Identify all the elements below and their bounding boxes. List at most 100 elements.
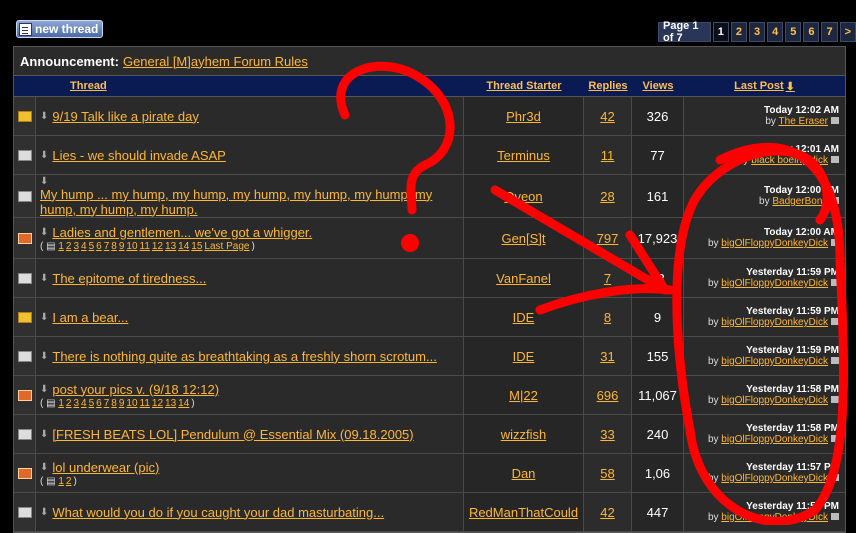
thread-title-link[interactable]: What would you do if you caught your dad…	[52, 505, 384, 520]
replies-link[interactable]: 7	[604, 271, 611, 286]
thread-starter-link[interactable]: Terminus	[497, 148, 550, 163]
page-next-button[interactable]: >	[839, 22, 856, 42]
thread-title-link[interactable]: Lies - we should invade ASAP	[52, 148, 225, 163]
thread-page-link[interactable]: 12	[152, 398, 163, 409]
thread-page-link[interactable]: 2	[66, 398, 72, 409]
thread-page-link[interactable]: 7	[104, 398, 110, 409]
replies-link[interactable]: 28	[600, 189, 614, 204]
go-to-first-unread-icon[interactable]: ⬇	[40, 111, 48, 122]
column-replies[interactable]: Replies	[584, 76, 632, 96]
replies-link[interactable]: 797	[597, 231, 619, 246]
replies-link[interactable]: 8	[604, 310, 611, 325]
thread-starter-link[interactable]: Gen[S]t	[501, 231, 545, 246]
thread-page-link[interactable]: 3	[73, 241, 79, 252]
thread-page-link[interactable]: 2	[66, 476, 72, 487]
thread-page-link[interactable]: 10	[126, 398, 137, 409]
go-to-first-unread-icon[interactable]: ⬇	[40, 384, 48, 395]
last-post-user-link[interactable]: The Eraser	[779, 116, 828, 127]
go-to-last-post-icon[interactable]	[831, 396, 839, 403]
go-to-first-unread-icon[interactable]: ⬇	[40, 150, 48, 161]
replies-link[interactable]: 42	[600, 505, 614, 520]
thread-page-link[interactable]: 6	[96, 241, 102, 252]
thread-starter-link[interactable]: VanFanel	[496, 271, 551, 286]
last-post-user-link[interactable]: black boeing dick	[751, 155, 828, 166]
go-to-first-unread-icon[interactable]: ⬇	[40, 351, 48, 362]
thread-page-link[interactable]: 14	[178, 241, 189, 252]
go-to-last-post-icon[interactable]	[831, 197, 839, 204]
thread-page-link[interactable]: 11	[140, 398, 150, 409]
thread-starter-link[interactable]: IDE	[513, 310, 535, 325]
thread-starter-link[interactable]: Dan	[512, 466, 536, 481]
thread-page-link[interactable]: 13	[165, 398, 176, 409]
page-link[interactable]: 2	[730, 22, 747, 42]
last-post-user-link[interactable]: bigOlFloppyDonkeyDick	[721, 512, 828, 523]
replies-link[interactable]: 58	[600, 466, 614, 481]
thread-title-link[interactable]: 9/19 Talk like a pirate day	[52, 109, 198, 124]
thread-page-link[interactable]: 8	[111, 241, 117, 252]
thread-page-link[interactable]: 3	[73, 398, 79, 409]
page-link[interactable]: 7	[821, 22, 838, 42]
last-post-user-link[interactable]: bigOlFloppyDonkeyDick	[721, 395, 828, 406]
thread-starter-link[interactable]: wizzfish	[501, 427, 547, 442]
thread-starter-link[interactable]: M|22	[509, 388, 538, 403]
go-to-last-post-icon[interactable]	[831, 357, 839, 364]
thread-starter-link[interactable]: RedManThatCould	[469, 505, 578, 520]
thread-page-link[interactable]: 9	[119, 241, 125, 252]
last-post-user-link[interactable]: bigOlFloppyDonkeyDick	[721, 434, 828, 445]
thread-page-link[interactable]: 1	[58, 398, 64, 409]
thread-page-link[interactable]: 4	[81, 398, 87, 409]
go-to-last-post-icon[interactable]	[831, 239, 839, 246]
column-views[interactable]: Views	[632, 76, 684, 96]
new-thread-button[interactable]: new thread	[16, 20, 104, 38]
go-to-last-post-icon[interactable]	[831, 156, 839, 163]
replies-link[interactable]: 696	[597, 388, 619, 403]
replies-link[interactable]: 33	[600, 427, 614, 442]
last-post-user-link[interactable]: bigOlFloppyDonkeyDick	[721, 473, 828, 484]
replies-link[interactable]: 31	[600, 349, 614, 364]
thread-page-link[interactable]: 15	[191, 241, 202, 252]
column-thread[interactable]: Thread	[36, 76, 464, 96]
go-to-first-unread-icon[interactable]: ⬇	[40, 312, 48, 323]
last-post-user-link[interactable]: bigOlFloppyDonkeyDick	[721, 278, 828, 289]
thread-page-link[interactable]: 14	[178, 398, 189, 409]
go-to-last-post-icon[interactable]	[831, 279, 839, 286]
thread-page-link[interactable]: 8	[111, 398, 117, 409]
page-link[interactable]: 6	[803, 22, 820, 42]
thread-page-link[interactable]: 12	[152, 241, 163, 252]
thread-title-link[interactable]: [FRESH BEATS LOL] Pendulum @ Essential M…	[52, 427, 413, 442]
go-to-first-unread-icon[interactable]: ⬇	[40, 507, 48, 518]
go-to-last-post-icon[interactable]	[831, 318, 839, 325]
go-to-first-unread-icon[interactable]: ⬇	[40, 429, 48, 440]
go-to-last-post-icon[interactable]	[831, 513, 839, 520]
thread-title-link[interactable]: I am a bear...	[52, 310, 128, 325]
thread-page-link[interactable]: 1	[58, 476, 64, 487]
thread-title-link[interactable]: The epitome of tiredness...	[52, 271, 206, 286]
thread-page-link[interactable]: 4	[81, 241, 87, 252]
thread-page-link[interactable]: 1	[58, 241, 64, 252]
go-to-first-unread-icon[interactable]: ⬇	[40, 227, 48, 238]
thread-title-link[interactable]: There is nothing quite as breathtaking a…	[52, 349, 436, 364]
go-to-first-unread-icon[interactable]: ⬇	[40, 176, 48, 187]
go-to-first-unread-icon[interactable]: ⬇	[40, 273, 48, 284]
thread-last-page-link[interactable]: Last Page	[204, 241, 249, 252]
go-to-last-post-icon[interactable]	[831, 474, 839, 481]
last-post-user-link[interactable]: bigOlFloppyDonkeyDick	[721, 238, 828, 249]
page-link[interactable]: 4	[767, 22, 784, 42]
last-post-user-link[interactable]: bigOlFloppyDonkeyDick	[721, 317, 828, 328]
page-link[interactable]: 5	[785, 22, 802, 42]
thread-starter-link[interactable]: Qveon	[504, 189, 542, 204]
thread-page-link[interactable]: 11	[140, 241, 150, 252]
replies-link[interactable]: 11	[601, 148, 615, 163]
last-post-user-link[interactable]: bigOlFloppyDonkeyDick	[721, 356, 828, 367]
thread-starter-link[interactable]: Phr3d	[506, 109, 541, 124]
go-to-last-post-icon[interactable]	[831, 117, 839, 124]
thread-page-link[interactable]: 7	[104, 241, 110, 252]
thread-page-link[interactable]: 6	[96, 398, 102, 409]
last-post-user-link[interactable]: BadgerBong	[772, 196, 828, 207]
announcement-link[interactable]: General [M]ayhem Forum Rules	[123, 54, 308, 69]
thread-page-link[interactable]: 13	[165, 241, 176, 252]
thread-title-link[interactable]: Ladies and gentlemen... we've got a whig…	[52, 225, 312, 240]
column-last-post[interactable]: Last Post ⬇	[684, 76, 845, 96]
thread-title-link[interactable]: post your pics v. (9/18 12:12)	[52, 382, 219, 397]
thread-page-link[interactable]: 10	[126, 241, 137, 252]
